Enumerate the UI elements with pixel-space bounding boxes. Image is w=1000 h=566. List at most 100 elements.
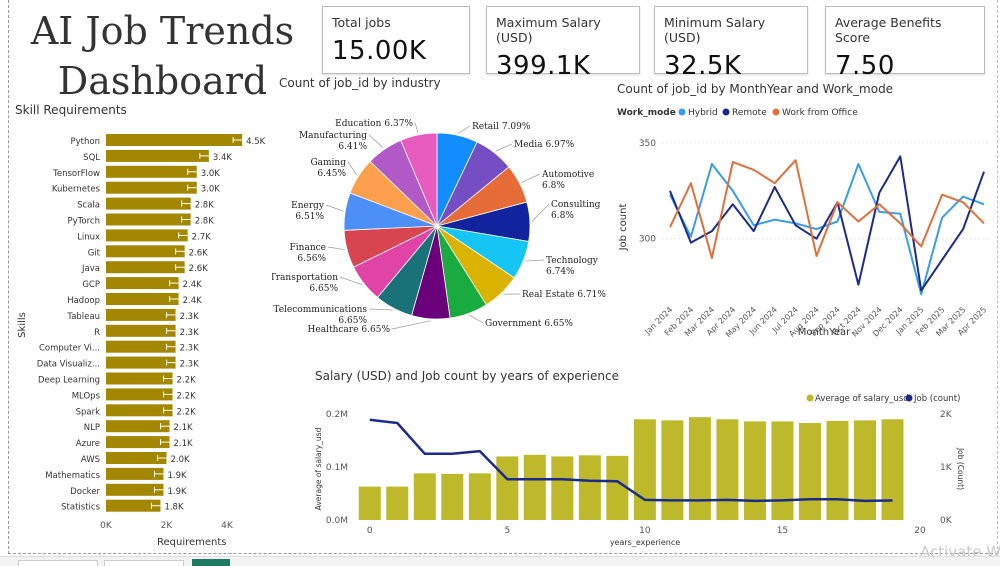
leader-line — [414, 122, 419, 134]
skill-bar — [106, 436, 170, 449]
x-axis-title: Requirements — [157, 537, 227, 548]
data-label: 2.1K — [174, 439, 194, 449]
leader-line — [325, 204, 344, 212]
slice-pct: 6.8% — [551, 211, 574, 221]
kpi-value: 15.00K — [332, 36, 427, 66]
skill-bar — [106, 372, 173, 385]
leader-line — [368, 308, 393, 311]
slice-name: Gaming — [310, 158, 346, 168]
data-label: 1.9K — [167, 487, 187, 497]
data-label: 2.6K — [189, 264, 209, 274]
data-label: 2.8K — [195, 217, 215, 227]
skills-chart-title: Skill Requirements — [15, 103, 127, 117]
salary-bar — [688, 417, 711, 520]
skill-label: Spark — [76, 407, 100, 417]
skill-label: Hadoop — [67, 296, 100, 306]
skill-bar — [106, 165, 197, 178]
data-label: 2.8K — [195, 201, 215, 211]
legend-label: Average of salary_usd — [815, 394, 909, 404]
page-tab[interactable] — [18, 560, 98, 566]
skill-bar — [106, 277, 179, 290]
kpi-card-max-salary[interactable]: Maximum Salary (USD) 399.1K — [486, 6, 640, 81]
slice-label: Automotive 6.8% — [541, 170, 594, 191]
slice-pct: 6.41% — [338, 142, 367, 152]
salary-bar — [551, 456, 574, 520]
leader-line — [457, 125, 471, 134]
kpi-value: 32.5K — [664, 51, 742, 81]
salary-bar — [386, 486, 409, 520]
leader-line — [339, 276, 363, 286]
page-tab[interactable] — [104, 560, 184, 566]
slice-pct: 6.65% — [338, 316, 367, 326]
legend-label: Remote — [732, 108, 767, 118]
kpi-card-min-salary[interactable]: Minimum Salary (USD) 32.5K — [654, 6, 808, 81]
skill-label: PyTorch — [68, 217, 100, 227]
slice-name: Telecommunications — [273, 305, 367, 315]
y-axis-title: Skills — [17, 312, 28, 338]
skill-label: Tableau — [66, 312, 100, 322]
y2-tick-label: 0K — [940, 516, 953, 526]
slice-label: Technology 6.74% — [546, 256, 599, 277]
data-label: 4.5K — [246, 137, 266, 147]
data-label: 2.4K — [183, 280, 203, 290]
skill-label: MLOps — [72, 391, 101, 401]
kpi-value: 7.50 — [835, 51, 895, 81]
slice-label: Healthcare 6.65% — [308, 325, 391, 335]
skill-bar — [106, 404, 173, 417]
series-line — [669, 159, 985, 259]
kpi-card-total-jobs[interactable]: Total jobs 15.00K — [322, 6, 470, 74]
skill-label: Computer Vi... — [39, 344, 100, 354]
skill-label: Git — [88, 248, 101, 258]
kpi-label: Average Benefits Score — [835, 15, 942, 45]
skill-bar — [106, 293, 179, 305]
salary-bar — [523, 454, 546, 520]
page-tabs-bar — [0, 556, 1000, 566]
y-tick-label: 0.1M — [326, 463, 348, 473]
page-tab-active[interactable] — [192, 559, 230, 566]
slice-label: Retail 7.09% — [472, 122, 531, 132]
salary-bar — [468, 473, 491, 520]
skill-bar — [106, 261, 185, 274]
x-tick-label: 0 — [367, 526, 373, 536]
legend-marker — [678, 108, 686, 116]
skill-label: Java — [81, 264, 100, 274]
industry-pie-chart[interactable]: Retail 7.09%Media 6.97%Automotive 6.8%Consu… — [272, 96, 612, 346]
workmode-line-chart[interactable]: 300350Job countJan 2024Feb 2024Mar 2024A… — [612, 100, 998, 350]
legend-marker — [806, 394, 814, 402]
salary-bar — [881, 419, 904, 520]
data-label: 1.8K — [164, 503, 184, 513]
skill-bar — [106, 356, 176, 369]
skill-label: GCP — [82, 280, 100, 290]
slice-pct: 6.65% — [309, 284, 338, 294]
salary-bar — [413, 473, 436, 520]
leader-line — [525, 259, 545, 262]
skill-label: Python — [71, 137, 100, 147]
slice-label: Real Estate 6.71% — [522, 290, 606, 300]
kpi-card-avg-benefits[interactable]: Average Benefits Score 7.50 — [825, 6, 985, 81]
skills-bar-chart[interactable]: Python 4.5K SQL 3.4K TensorFlow 3.0K Kubernete… — [10, 120, 280, 550]
skill-bar — [106, 134, 243, 146]
skill-bar — [106, 340, 176, 353]
skill-bar — [106, 245, 185, 258]
skill-label: Docker — [70, 487, 100, 497]
experience-combo-chart[interactable]: 0.0M 0.1M 0.2M 0K 1K 2K 0 5 10 15 20 years_experien… — [310, 386, 970, 552]
leader-line — [368, 134, 384, 148]
skill-bar — [106, 149, 209, 162]
slice-name: Energy — [291, 201, 325, 211]
salary-bar — [358, 486, 381, 520]
slice-pct: 6.51% — [295, 212, 324, 222]
legend-marker — [772, 108, 780, 116]
data-label: 2.4K — [183, 296, 203, 306]
slice-name: Finance — [290, 243, 326, 253]
skill-label: Linux — [77, 232, 100, 242]
skill-label: Scala — [77, 201, 100, 211]
skill-bar — [106, 181, 197, 194]
slice-pct: 6.65% — [361, 325, 390, 335]
slice-name: Consulting — [551, 200, 601, 210]
leader-line — [391, 320, 431, 330]
skill-bar — [106, 308, 176, 321]
skill-bar — [106, 420, 170, 433]
data-label: 2.3K — [180, 344, 200, 354]
skill-label: Statistics — [61, 503, 100, 513]
legend-label: Hybrid — [688, 108, 718, 118]
